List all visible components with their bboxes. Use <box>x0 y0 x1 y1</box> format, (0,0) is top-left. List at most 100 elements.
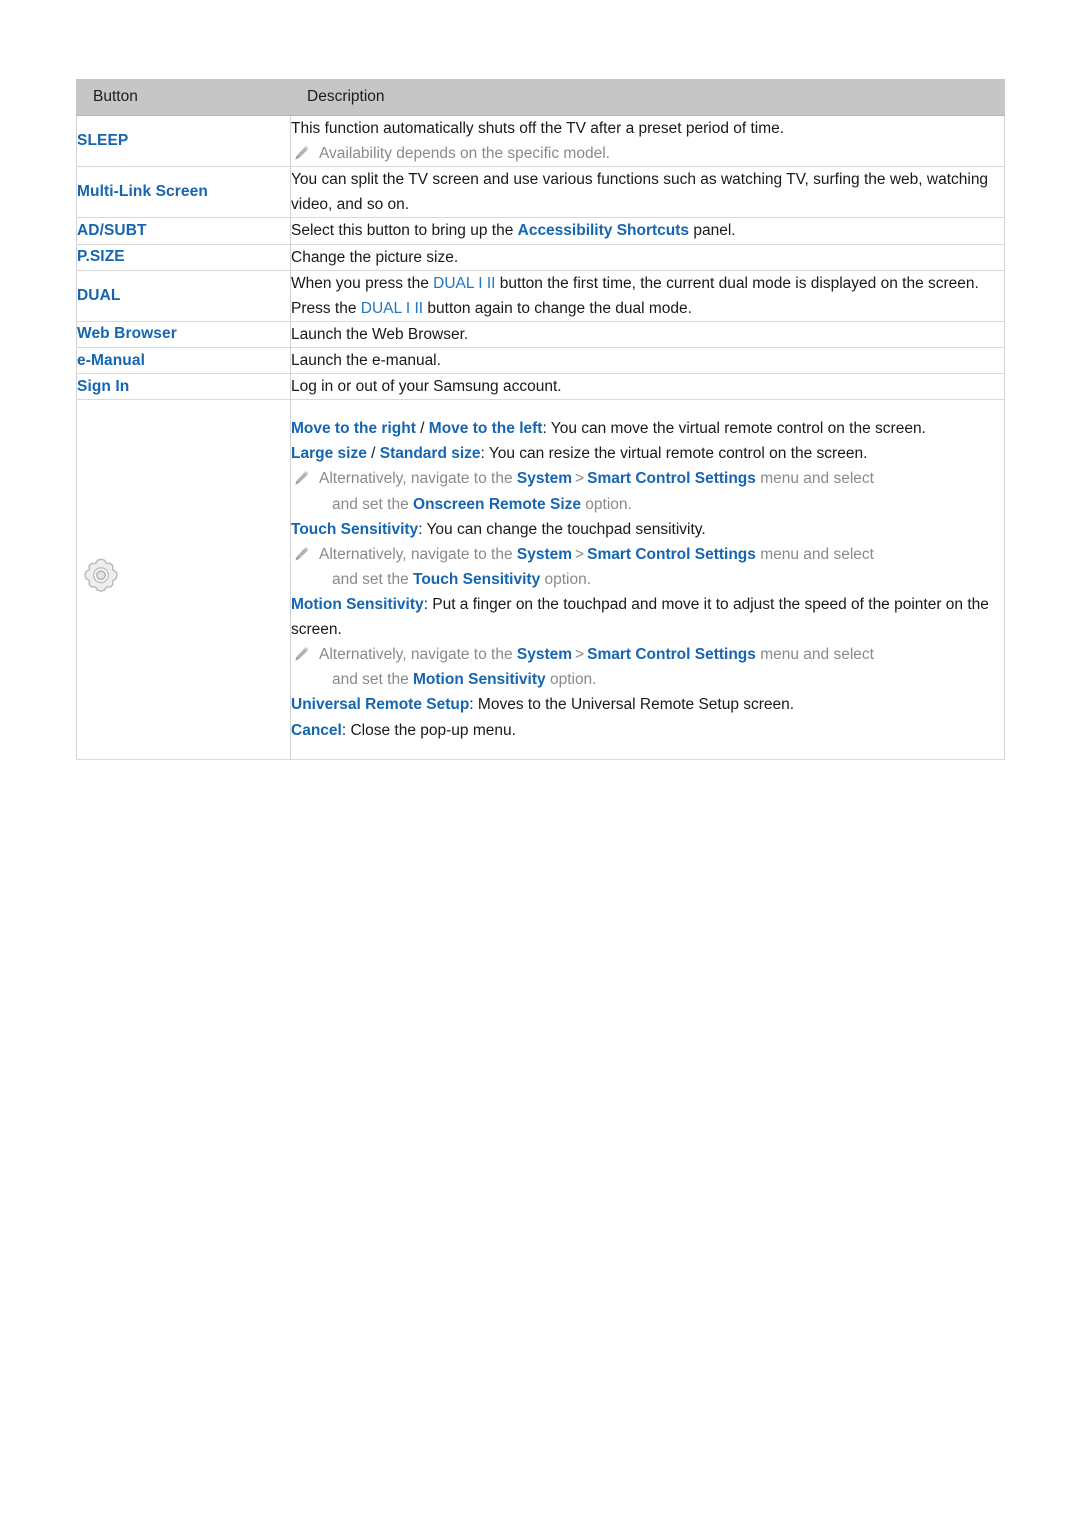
description-line: Select this button to bring up the Acces… <box>291 218 1004 243</box>
emphasis-term: Move to the right <box>291 420 416 438</box>
emphasis-term: Smart Control Settings <box>587 470 756 488</box>
text-run: Change the picture size. <box>291 248 459 266</box>
text-run: Select this button to bring up the <box>291 222 518 240</box>
text-run: Alternatively, navigate to the <box>319 545 517 563</box>
emphasis-term: Touch Sensitivity <box>413 570 541 588</box>
description-line: Universal Remote Setup: Moves to the Uni… <box>291 692 1004 717</box>
text-run: : You can resize the virtual remote cont… <box>480 445 868 463</box>
text-run: Launch the Web Browser. <box>291 325 469 343</box>
table-row: e-Manual Launch the e-manual. <box>76 346 1005 375</box>
text-run: Press the <box>291 299 361 317</box>
button-label: e-Manual <box>77 351 145 369</box>
note-line: Availability depends on the specific mod… <box>291 141 1004 166</box>
description-line: Launch the Web Browser. <box>291 322 1004 347</box>
description-line: You can split the TV screen and use vari… <box>291 167 1004 217</box>
description-cell: When you press the DUAL I II button the … <box>290 269 1005 322</box>
pencil-icon <box>293 145 310 162</box>
chevron-right-icon: > <box>575 470 585 488</box>
button-name-cell: Sign In <box>76 373 291 401</box>
button-label: DUAL <box>77 286 121 304</box>
text-run: menu and select <box>755 646 874 664</box>
remote-button-table: Button Description SLEEP This function au… <box>76 79 1005 760</box>
description-cell: You can split the TV screen and use vari… <box>290 166 1005 219</box>
text-run: : Close the pop-up menu. <box>341 721 516 739</box>
description-line: Cancel: Close the pop-up menu. <box>291 718 1004 743</box>
description-cell: Change the picture size. <box>290 243 1005 271</box>
table-row: SLEEP This function automatically shuts o… <box>76 114 1005 168</box>
text-run: button the first time, the current dual … <box>495 274 979 292</box>
text-run: When you press the <box>291 274 434 292</box>
note-continuation-line: and set the Motion Sensitivity option. <box>291 667 1004 692</box>
description-line: Press the DUAL I II button again to chan… <box>291 296 1004 321</box>
table-row: Multi-Link Screen You can split the TV sc… <box>76 166 1005 219</box>
emphasis-term: System <box>516 646 573 664</box>
description-cell: Launch the Web Browser. <box>290 320 1005 348</box>
separator: / <box>366 445 380 463</box>
description-line: Log in or out of your Samsung account. <box>291 374 1004 399</box>
text-run: option. <box>545 671 597 689</box>
text-run: : You can change the touchpad sensitivit… <box>418 520 706 538</box>
chevron-right-icon: > <box>575 545 585 563</box>
emphasis-term: Smart Control Settings <box>587 646 756 664</box>
description-line: Large size / Standard size: You can resi… <box>291 441 1004 466</box>
emphasis-term: DUAL I II <box>433 274 496 292</box>
emphasis-term: Motion Sensitivity <box>413 671 546 689</box>
description-line: Change the picture size. <box>291 245 1004 270</box>
table-row: Move to the right / Move to the left: Yo… <box>76 399 1005 760</box>
text-run: Log in or out of your Samsung account. <box>291 378 562 396</box>
text-run: option. <box>581 495 632 513</box>
button-cell-icon <box>76 399 291 760</box>
button-name-cell: P.SIZE <box>76 243 291 271</box>
table-row: Web Browser Launch the Web Browser. <box>76 320 1005 348</box>
text-run: panel. <box>689 222 736 240</box>
button-label: Sign In <box>77 377 130 395</box>
pencil-icon <box>293 470 310 487</box>
description-line: This function automatically shuts off th… <box>291 116 1004 141</box>
table-row: DUAL When you press the DUAL I II button … <box>76 269 1005 322</box>
button-label: SLEEP <box>77 132 129 150</box>
text-run: button again to change the dual mode. <box>423 299 692 317</box>
emphasis-term: System <box>516 545 573 563</box>
text-run: Availability depends on the specific mod… <box>319 145 610 163</box>
button-name-cell: DUAL <box>76 269 291 322</box>
emphasis-term: Universal Remote Setup <box>291 696 470 714</box>
description-cell: Move to the right / Move to the left: Yo… <box>290 399 1005 760</box>
button-name-cell: e-Manual <box>76 346 291 375</box>
description-line: Launch the e-manual. <box>291 348 1004 373</box>
gear-icon <box>77 555 125 603</box>
pencil-icon <box>293 546 310 563</box>
column-header-button: Button <box>76 79 291 116</box>
note-continuation-line: and set the Touch Sensitivity option. <box>291 567 1004 592</box>
pencil-icon <box>293 646 310 663</box>
text-run: : You can move the virtual remote contro… <box>542 420 926 438</box>
text-run: menu and select <box>755 470 874 488</box>
button-name-cell: Web Browser <box>76 320 291 348</box>
text-run: Alternatively, navigate to the <box>319 470 517 488</box>
description-line: Touch Sensitivity: You can change the to… <box>291 517 1004 542</box>
button-name-cell: SLEEP <box>76 114 291 168</box>
description-cell: Log in or out of your Samsung account. <box>290 373 1005 401</box>
emphasis-term: Large size <box>291 445 367 463</box>
separator: / <box>415 420 429 438</box>
text-run: : Moves to the Universal Remote Setup sc… <box>469 696 795 714</box>
emphasis-term: DUAL I II <box>360 299 424 317</box>
text-run: Alternatively, navigate to the <box>319 646 517 664</box>
text-run: This function automatically shuts off th… <box>291 120 785 137</box>
text-run: and set the <box>332 671 414 689</box>
column-header-description: Description <box>290 79 1005 116</box>
table-row: AD/SUBT Select this button to bring up th… <box>76 217 1005 245</box>
text-run: You can split the TV screen and use vari… <box>291 171 989 214</box>
emphasis-term: System <box>516 470 573 488</box>
text-run: and set the <box>332 570 414 588</box>
table-body: SLEEP This function automatically shuts o… <box>76 114 1005 760</box>
text-run: and set the <box>332 495 414 513</box>
note-continuation-line: and set the Onscreen Remote Size option. <box>291 492 1004 517</box>
table-header-row: Button Description <box>76 79 1005 116</box>
description-cell: Select this button to bring up the Acces… <box>290 217 1005 245</box>
emphasis-term: Cancel <box>291 721 342 739</box>
description-cell: Launch the e-manual. <box>290 346 1005 375</box>
note-line: Alternatively, navigate to the System > Sm… <box>291 466 1004 491</box>
button-label: Web Browser <box>77 325 177 343</box>
table-row: Sign In Log in or out of your Samsung acc… <box>76 373 1005 401</box>
button-name-cell: Multi-Link Screen <box>76 166 291 219</box>
